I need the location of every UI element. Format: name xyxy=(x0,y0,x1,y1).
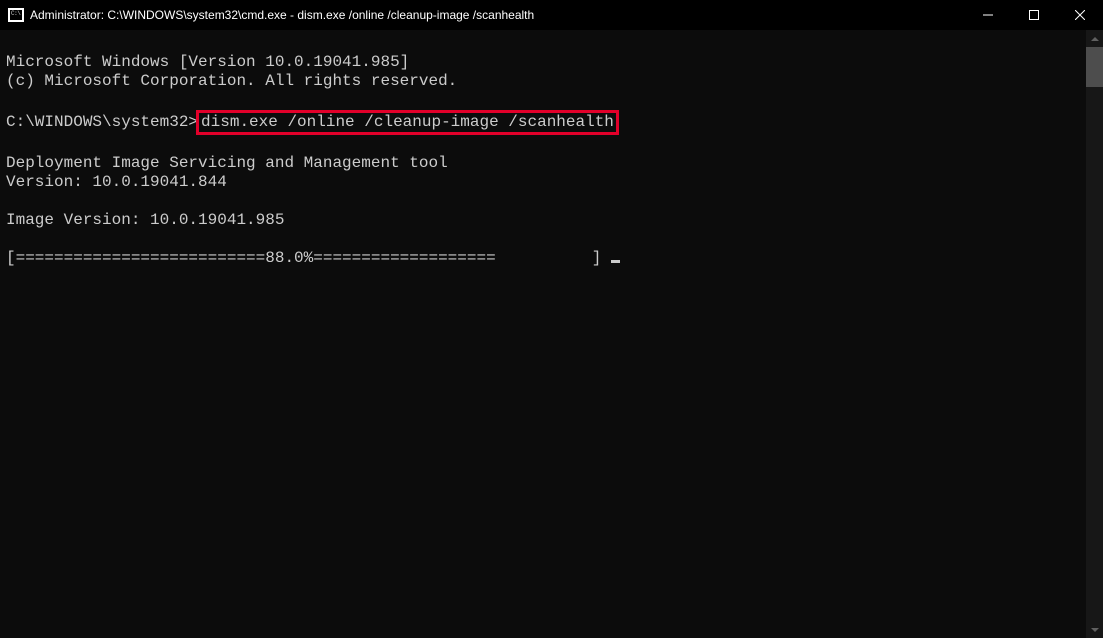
output-line: Version: 10.0.19041.844 xyxy=(6,173,1080,192)
window-title: Administrator: C:\WINDOWS\system32\cmd.e… xyxy=(30,8,965,22)
vertical-scrollbar[interactable] xyxy=(1086,30,1103,638)
progress-line: [==========================88.0%========… xyxy=(6,249,1080,268)
blank-line xyxy=(6,192,1080,211)
scroll-thumb[interactable] xyxy=(1086,47,1103,87)
output-line: Deployment Image Servicing and Managemen… xyxy=(6,154,1080,173)
chevron-down-icon xyxy=(1091,628,1099,632)
prompt-line: C:\WINDOWS\system32>dism.exe /online /cl… xyxy=(6,110,1080,135)
terminal[interactable]: Microsoft Windows [Version 10.0.19041.98… xyxy=(0,30,1086,638)
progress-text: [==========================88.0%========… xyxy=(6,249,611,267)
cmd-icon xyxy=(8,8,24,22)
window-controls xyxy=(965,0,1103,29)
output-line: Microsoft Windows [Version 10.0.19041.98… xyxy=(6,53,1080,72)
highlighted-command: dism.exe /online /cleanup-image /scanhea… xyxy=(196,110,619,135)
close-button[interactable] xyxy=(1057,0,1103,30)
output-line: Image Version: 10.0.19041.985 xyxy=(6,211,1080,230)
terminal-wrap: Microsoft Windows [Version 10.0.19041.98… xyxy=(0,30,1103,638)
prompt-prefix: C:\WINDOWS\system32> xyxy=(6,113,198,131)
scroll-down-arrow-icon[interactable] xyxy=(1086,621,1103,638)
maximize-icon xyxy=(1029,10,1039,20)
titlebar[interactable]: Administrator: C:\WINDOWS\system32\cmd.e… xyxy=(0,0,1103,30)
chevron-up-icon xyxy=(1091,37,1099,41)
blank-line xyxy=(6,135,1080,154)
blank-line xyxy=(6,91,1080,110)
blank-line xyxy=(6,230,1080,249)
close-icon xyxy=(1075,10,1085,20)
output-line: (c) Microsoft Corporation. All rights re… xyxy=(6,72,1080,91)
scroll-up-arrow-icon[interactable] xyxy=(1086,30,1103,47)
maximize-button[interactable] xyxy=(1011,0,1057,30)
cursor xyxy=(611,260,620,263)
minimize-icon xyxy=(983,10,993,20)
cmd-window: Administrator: C:\WINDOWS\system32\cmd.e… xyxy=(0,0,1103,638)
minimize-button[interactable] xyxy=(965,0,1011,30)
